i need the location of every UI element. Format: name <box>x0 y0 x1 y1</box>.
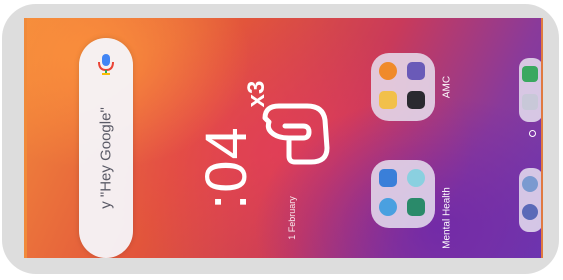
search-hint-text: y "Hey Google" <box>97 107 115 209</box>
dock <box>519 18 541 258</box>
frame: y "Hey Google" :04 1 February x3 AMC Men… <box>0 0 563 280</box>
app-icon <box>379 91 397 109</box>
folder-label-mental-health: Mental Health <box>441 187 453 249</box>
dock-folder-bottom[interactable] <box>519 168 541 232</box>
repeat-count: x3 <box>243 80 270 108</box>
app-icon <box>407 91 425 109</box>
home-screen: y "Hey Google" :04 1 February x3 AMC Men… <box>24 18 543 258</box>
app-icon <box>379 198 397 216</box>
app-icon <box>522 176 538 192</box>
google-search-widget[interactable]: y "Hey Google" <box>79 38 133 258</box>
mic-icon[interactable] <box>97 52 115 76</box>
app-icon <box>379 169 397 187</box>
app-icon <box>379 62 397 80</box>
app-icon <box>522 204 538 220</box>
folder-amc[interactable] <box>371 53 435 121</box>
app-icon <box>522 66 538 82</box>
clock-date: 1 February <box>287 196 297 240</box>
folder-label-amc: AMC <box>441 75 453 99</box>
app-icon <box>407 198 425 216</box>
page-indicator-dot <box>529 130 536 137</box>
app-icon <box>407 62 425 80</box>
dock-folder-top[interactable] <box>519 58 541 122</box>
folder-mental-health[interactable] <box>371 160 435 228</box>
app-icon <box>407 169 425 187</box>
app-icon <box>522 94 538 110</box>
